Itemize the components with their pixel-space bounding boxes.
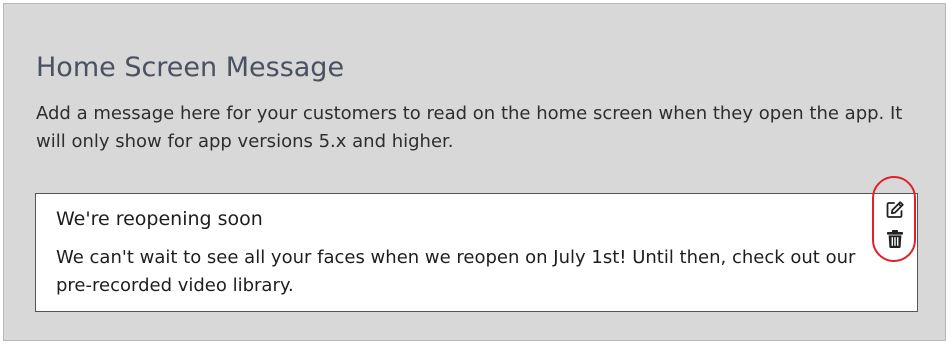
home-screen-message-panel: Home Screen Message Add a message here f… [3,3,946,341]
trash-icon [887,230,903,248]
message-actions [874,194,914,266]
message-card: We're reopening soon We can't wait to se… [35,193,918,312]
message-title: We're reopening soon [56,208,263,230]
section-title: Home Screen Message [36,52,345,83]
message-body: We can't wait to see all your faces when… [56,247,856,296]
edit-icon [886,201,904,218]
delete-message-button[interactable] [884,228,906,250]
section-description: Add a message here for your customers to… [36,103,903,152]
edit-message-button[interactable] [884,199,906,221]
